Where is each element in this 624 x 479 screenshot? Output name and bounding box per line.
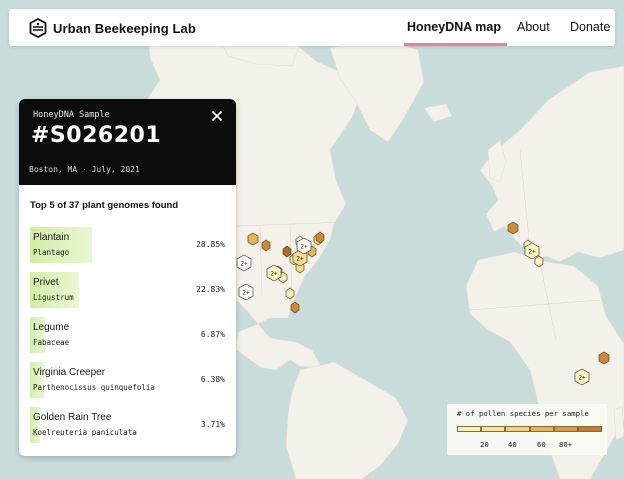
plant-name: Privet <box>33 277 59 288</box>
cluster-marker[interactable]: 2+ <box>236 254 252 272</box>
sample-marker[interactable] <box>598 351 610 365</box>
plant-latin-name: Ligustrum <box>33 293 74 302</box>
svg-text:2+: 2+ <box>296 256 304 263</box>
plant-percent: 28.85% <box>196 240 225 249</box>
sample-marker[interactable] <box>247 232 259 246</box>
land-madagascar <box>613 405 624 441</box>
cluster-marker[interactable]: 2+ <box>524 242 540 260</box>
plant-latin-name: Parthenocissus quinquefolia <box>33 383 155 392</box>
plant-percent: 3.71% <box>200 420 225 429</box>
sample-panel-header: HoneyDNA Sample #S026201 Boston, MA · Ju… <box>19 99 236 185</box>
sample-marker[interactable] <box>507 221 519 235</box>
sample-kicker: HoneyDNA Sample <box>33 110 110 120</box>
svg-text:2+: 2+ <box>242 290 250 297</box>
hexagon-bee-icon <box>29 18 47 38</box>
plant-row[interactable]: Privet Ligustrum 22.83% <box>30 272 225 308</box>
active-nav-underline <box>404 43 507 46</box>
cluster-marker[interactable]: 2+ <box>574 368 590 386</box>
legend-swatch <box>553 426 578 432</box>
svg-text:2+: 2+ <box>240 261 248 268</box>
svg-text:2+: 2+ <box>578 375 586 382</box>
plant-percent: 6.87% <box>200 330 225 339</box>
sample-id: #S026201 <box>31 123 162 148</box>
legend-tick: 60 <box>537 440 546 449</box>
plant-name: Golden Rain Tree <box>33 412 112 423</box>
legend-swatch <box>457 426 482 432</box>
plant-latin-name: Koelreuteria paniculata <box>33 428 137 437</box>
plant-row[interactable]: Virginia Creeper Parthenocissus quinquef… <box>30 362 225 398</box>
legend-tick: 80+ <box>559 440 573 449</box>
legend-swatch <box>577 426 603 432</box>
plants-heading: Top 5 of 37 plant genomes found <box>30 200 179 211</box>
top-nav-bar: Urban Beekeeping Lab HoneyDNA map About … <box>9 9 615 46</box>
legend-swatch <box>529 426 554 432</box>
plant-name: Virginia Creeper <box>33 367 106 378</box>
legend-swatch <box>481 426 506 432</box>
legend-title: # of pollen species per sample <box>457 409 589 418</box>
svg-text:2+: 2+ <box>270 271 278 278</box>
nav-honeydna-map[interactable]: HoneyDNA map <box>407 20 501 34</box>
legend-tick: 40 <box>508 440 517 449</box>
legend-color-scale <box>457 426 603 432</box>
plant-row[interactable]: Golden Rain Tree Koelreuteria paniculata… <box>30 407 225 443</box>
plant-row[interactable]: Legume Fabaceae 6.87% <box>30 317 225 353</box>
svg-text:2+: 2+ <box>300 244 308 251</box>
plant-name: Plantain <box>33 232 70 243</box>
plant-latin-name: Fabaceae <box>33 338 70 347</box>
nav-donate[interactable]: Donate <box>570 20 610 34</box>
svg-text:2+: 2+ <box>528 249 536 256</box>
cluster-marker[interactable]: 2+ <box>238 283 254 301</box>
legend-swatch <box>505 426 530 432</box>
cluster-marker[interactable]: 2+ <box>296 237 312 255</box>
legend-tick: 20 <box>480 440 489 449</box>
plant-percent: 22.83% <box>196 285 225 294</box>
plant-percent: 6.38% <box>200 375 225 384</box>
sample-panel: HoneyDNA Sample #S026201 Boston, MA · Ju… <box>19 99 236 456</box>
plant-name: Legume <box>33 322 70 333</box>
sample-location-date: Boston, MA · July, 2021 <box>29 165 140 174</box>
brand-name: Urban Beekeeping Lab <box>53 20 196 36</box>
close-icon[interactable] <box>210 109 224 123</box>
nav-about[interactable]: About <box>517 20 550 34</box>
plant-row[interactable]: Plantain Plantago 28.85% <box>30 227 225 263</box>
cluster-marker[interactable]: 2+ <box>266 264 282 282</box>
plant-latin-name: Plantago <box>33 248 70 257</box>
brand[interactable]: Urban Beekeeping Lab <box>29 18 196 38</box>
map-legend: # of pollen species per sample 20 40 60 … <box>447 404 607 455</box>
